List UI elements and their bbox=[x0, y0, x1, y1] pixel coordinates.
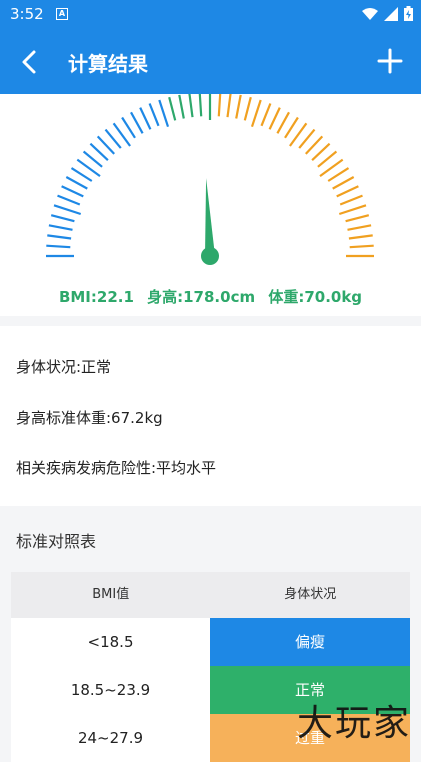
bmi-gauge bbox=[46, 94, 374, 265]
gauge-tick bbox=[217, 94, 222, 117]
gauge-tick bbox=[276, 111, 290, 134]
wifi-icon bbox=[362, 7, 378, 20]
signal-icon bbox=[384, 6, 398, 21]
gauge-tick bbox=[235, 94, 242, 119]
gauge-tick bbox=[96, 135, 116, 155]
table-header: BMI值 身体状况 bbox=[11, 572, 410, 618]
gauge-tick bbox=[70, 167, 93, 182]
row-range: 24~27.9 bbox=[77, 729, 144, 747]
gauge-tick bbox=[48, 224, 73, 231]
page-title: 计算结果 bbox=[68, 52, 148, 76]
disease-risk-text: 相关疾病发病危险性:平均水平 bbox=[16, 459, 217, 477]
gauge-tick bbox=[250, 99, 262, 128]
gauge-tick bbox=[82, 150, 103, 168]
gauge-tick bbox=[348, 234, 373, 240]
gauge-tick bbox=[104, 128, 122, 149]
weight-value-label: 体重:70.0kg bbox=[268, 288, 363, 306]
gauge-tick bbox=[327, 167, 350, 182]
status-bar: 3:52 A bbox=[0, 0, 421, 30]
row-range: 18.5~23.9 bbox=[70, 681, 151, 699]
status-icons bbox=[362, 6, 413, 21]
gauge-tick bbox=[332, 176, 355, 190]
battery-charging-icon bbox=[404, 6, 413, 21]
gauge-tick bbox=[121, 116, 136, 139]
bmi-value-label: BMI:22.1 bbox=[58, 288, 134, 306]
gauge-tick bbox=[226, 94, 232, 118]
gauge-tick bbox=[268, 107, 281, 130]
gauge-tick bbox=[284, 116, 299, 139]
gauge-tick bbox=[260, 103, 272, 127]
gauge-hub bbox=[201, 247, 219, 265]
gauge-tick bbox=[148, 103, 160, 127]
header-bmi: BMI值 bbox=[92, 587, 130, 602]
header-condition: 身体状况 bbox=[284, 587, 337, 602]
height-value-label: 身高:178.0cm bbox=[147, 288, 256, 306]
chevron-left-icon[interactable] bbox=[16, 46, 44, 78]
gauge-tick bbox=[345, 214, 370, 223]
gauge-tick bbox=[168, 96, 177, 121]
watermark-logo: 大玩家 bbox=[296, 703, 411, 744]
gauge-tick bbox=[178, 94, 185, 119]
table-row: <18.5 偏瘦 bbox=[11, 618, 410, 666]
gauge-tick bbox=[89, 142, 109, 162]
gauge-tick bbox=[339, 194, 363, 206]
gauge-tick bbox=[47, 234, 72, 240]
gauge-tick bbox=[198, 94, 203, 117]
a-box-icon: A bbox=[56, 8, 68, 20]
gauge-tick bbox=[317, 150, 338, 168]
app-bar: 计算结果 bbox=[0, 30, 421, 94]
gauge-tick bbox=[304, 135, 324, 155]
gauge-tick bbox=[349, 244, 374, 249]
row-range: <18.5 bbox=[87, 633, 134, 651]
row-status: 偏瘦 bbox=[210, 618, 410, 666]
gauge-needle bbox=[205, 178, 215, 257]
gauge-tick bbox=[50, 214, 75, 223]
gauge-tick bbox=[46, 244, 71, 249]
gauge-tick bbox=[130, 111, 144, 134]
gauge-tick bbox=[338, 204, 367, 216]
bmi-summary: BMI:22.1 身高:178.0cm 体重:70.0kg bbox=[0, 286, 421, 307]
gauge-tick bbox=[243, 96, 252, 121]
reference-title: 标准对照表 bbox=[16, 532, 97, 551]
result-info-card: 身体状况:正常 身高标准体重:67.2kg 相关疾病发病危险性:平均水平 bbox=[0, 326, 421, 506]
gauge-tick bbox=[311, 142, 331, 162]
gauge-tick bbox=[53, 204, 82, 216]
gauge-tick bbox=[61, 185, 84, 198]
gauge-tick bbox=[298, 128, 316, 149]
gauge-tick bbox=[336, 185, 359, 198]
status-time: 3:52 bbox=[10, 5, 44, 23]
plus-icon[interactable] bbox=[375, 46, 405, 76]
gauge-tick bbox=[139, 107, 152, 130]
gauge-tick bbox=[57, 194, 81, 206]
body-condition-text: 身体状况:正常 bbox=[16, 358, 112, 376]
gauge-tick bbox=[347, 224, 372, 231]
standard-weight-text: 身高标准体重:67.2kg bbox=[16, 409, 163, 427]
gauge-tick bbox=[188, 94, 194, 118]
gauge-card: BMI:22.1 身高:178.0cm 体重:70.0kg bbox=[0, 94, 421, 316]
gauge-tick bbox=[65, 176, 88, 190]
gauge-tick bbox=[158, 99, 170, 128]
